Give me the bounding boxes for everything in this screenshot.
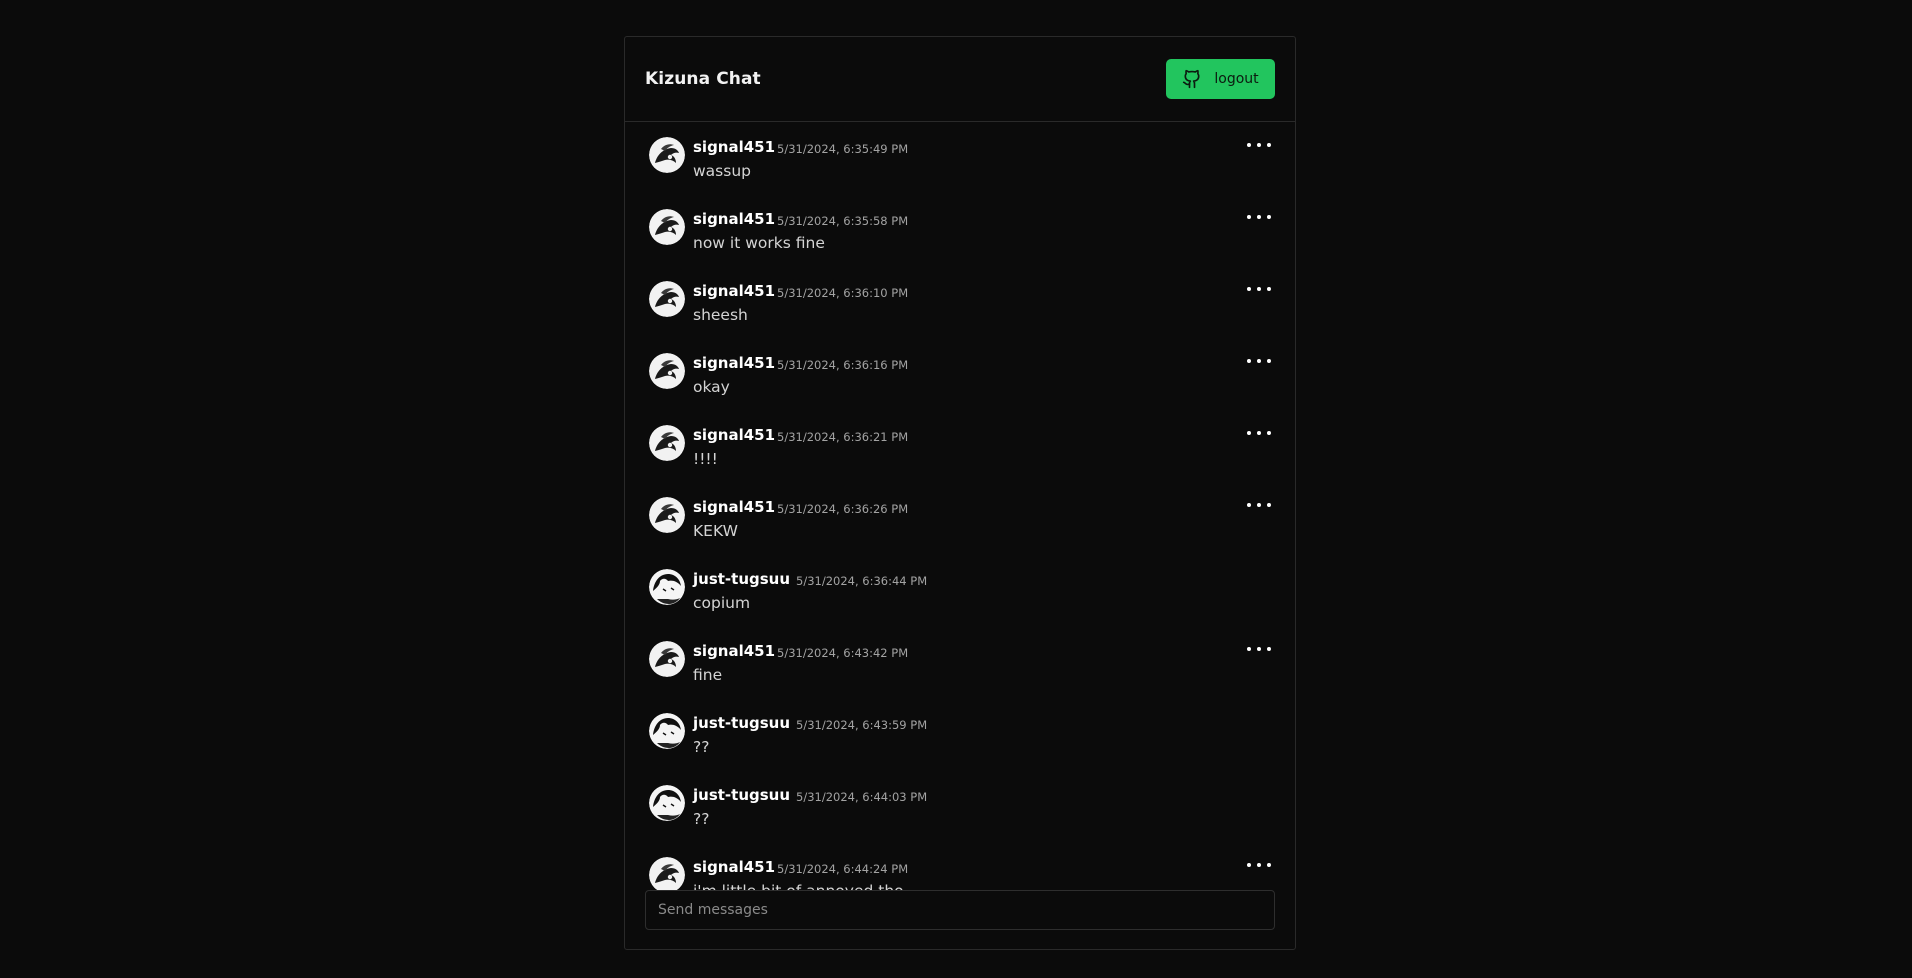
more-dot [1257, 503, 1261, 507]
logout-button[interactable]: logout [1166, 59, 1275, 99]
message-author: signal451 [693, 426, 776, 444]
more-options-icon[interactable] [1247, 425, 1271, 441]
chat-header: Kizuna Chat logout [625, 37, 1295, 122]
message-timestamp: 5/31/2024, 6:35:58 PM [777, 214, 909, 228]
more-dot [1247, 359, 1251, 363]
more-options-icon[interactable] [1247, 641, 1271, 657]
message-author: just-tugsuu [693, 570, 791, 588]
message-timestamp: 5/31/2024, 6:43:42 PM [777, 646, 909, 660]
message-author: signal451 [693, 642, 776, 660]
message-item: just-tugsuu 5/31/2024, 6:43:59 PM?? [649, 705, 1275, 765]
message-timestamp: 5/31/2024, 6:35:49 PM [777, 142, 909, 156]
message-item: signal451 5/31/2024, 6:35:49 PM wassup [649, 129, 1275, 189]
more-options-icon[interactable] [1247, 209, 1271, 225]
more-dot [1247, 287, 1251, 291]
more-dot [1267, 287, 1271, 291]
app-title: Kizuna Chat [645, 69, 761, 89]
message-timestamp: 5/31/2024, 6:43:59 PM [796, 718, 928, 732]
more-dot [1257, 359, 1261, 363]
more-options-icon[interactable] [1247, 497, 1271, 513]
message-item: just-tugsuu 5/31/2024, 6:36:44 PM copium [649, 561, 1275, 621]
chat-panel: Kizuna Chat logout signal451 5/31/2024, 6… [624, 36, 1296, 950]
more-dot [1267, 431, 1271, 435]
more-dot [1257, 287, 1261, 291]
message-item: signal451 5/31/2024, 6:35:58 PM now it wor… [649, 201, 1275, 261]
message-input[interactable] [645, 890, 1275, 930]
message-timestamp: 5/31/2024, 6:44:24 PM [777, 862, 909, 876]
more-dot [1267, 503, 1271, 507]
message-text: KEKW [693, 522, 738, 540]
message-item: signal451 5/31/2024, 6:36:26 PM KEKW [649, 489, 1275, 549]
more-dot [1257, 143, 1261, 147]
more-dot [1257, 647, 1261, 651]
more-dot [1257, 431, 1261, 435]
message-timestamp: 5/31/2024, 6:36:21 PM [777, 430, 909, 444]
avatar-icon [649, 641, 685, 677]
more-options-icon[interactable] [1247, 353, 1271, 369]
github-icon [1183, 69, 1200, 89]
message-item: signal451 5/31/2024, 6:36:21 PM!!!! [649, 417, 1275, 477]
more-dot [1267, 215, 1271, 219]
avatar-icon [649, 353, 685, 389]
avatar-icon [649, 209, 685, 245]
message-text: ?? [693, 810, 710, 828]
avatar-icon [649, 857, 685, 893]
more-dot [1247, 143, 1251, 147]
avatar-icon [649, 713, 685, 749]
more-dot [1267, 647, 1271, 651]
message-text: !!!! [693, 450, 718, 468]
message-text: okay [693, 378, 730, 396]
avatar-icon [649, 137, 685, 173]
more-dot [1267, 143, 1271, 147]
more-dot [1267, 863, 1271, 867]
more-dot [1257, 215, 1261, 219]
more-options-icon[interactable] [1247, 281, 1271, 297]
message-text: ?? [693, 738, 710, 756]
message-author: just-tugsuu [693, 786, 791, 804]
message-author: signal451 [693, 858, 776, 876]
message-timestamp: 5/31/2024, 6:36:16 PM [777, 358, 909, 372]
message-text: sheesh [693, 306, 748, 324]
avatar-icon [649, 425, 685, 461]
more-dot [1247, 647, 1251, 651]
avatar-icon [649, 785, 685, 821]
message-author: just-tugsuu [693, 714, 791, 732]
message-text: copium [693, 594, 751, 612]
message-author: signal451 [693, 354, 776, 372]
message-item: signal451 5/31/2024, 6:36:16 PM okay [649, 345, 1275, 405]
message-author: signal451 [693, 282, 776, 300]
message-timestamp: 5/31/2024, 6:36:44 PM [796, 574, 928, 588]
message-author: signal451 [693, 138, 776, 156]
message-timestamp: 5/31/2024, 6:36:10 PM [777, 286, 909, 300]
more-dot [1247, 503, 1251, 507]
more-dot [1257, 863, 1261, 867]
avatar-icon [649, 281, 685, 317]
message-list[interactable]: signal451 5/31/2024, 6:35:49 PM wassup sign… [625, 123, 1295, 925]
avatar-icon [649, 497, 685, 533]
message-author: signal451 [693, 498, 776, 516]
message-timestamp: 5/31/2024, 6:36:26 PM [777, 502, 909, 516]
more-dot [1247, 863, 1251, 867]
message-item: signal451 5/31/2024, 6:36:10 PM sheesh [649, 273, 1275, 333]
more-dot [1267, 359, 1271, 363]
message-text: fine [693, 666, 723, 684]
avatar-icon [649, 569, 685, 605]
more-dot [1247, 431, 1251, 435]
message-item: signal451 5/31/2024, 6:43:42 PM fine [649, 633, 1275, 693]
more-dot [1247, 215, 1251, 219]
logout-label: logout [1214, 71, 1259, 87]
message-timestamp: 5/31/2024, 6:44:03 PM [796, 790, 928, 804]
message-item: just-tugsuu 5/31/2024, 6:44:03 PM?? [649, 777, 1275, 837]
more-options-icon[interactable] [1247, 137, 1271, 153]
message-text: now it works fine [693, 234, 825, 252]
more-options-icon[interactable] [1247, 857, 1271, 873]
message-text: wassup [693, 162, 751, 180]
message-author: signal451 [693, 210, 776, 228]
